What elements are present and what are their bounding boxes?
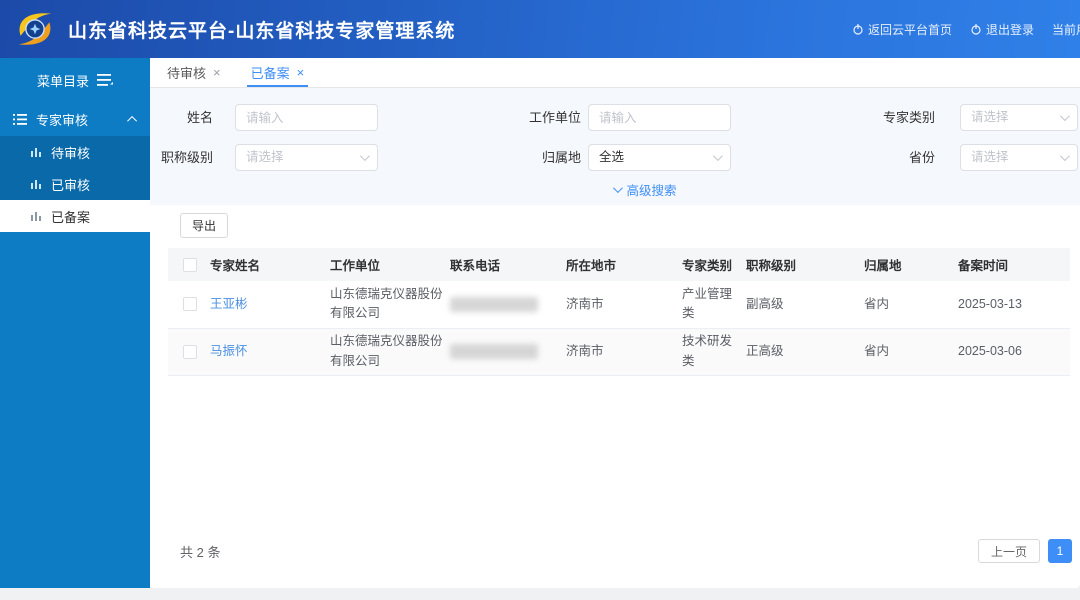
pagination: 上一页 1 — [978, 539, 1072, 563]
sidebar-item-reviewed[interactable]: 已审核 — [0, 168, 150, 200]
work-unit-cell: 山东德瑞克仪器股份有限公司 — [330, 281, 450, 328]
app-header: 山东省科技云平台-山东省科技专家管理系统 返回云平台首页 退出登录 当前用户：山… — [0, 0, 1080, 58]
bar-chart-icon — [30, 146, 42, 158]
hamburger-icon[interactable] — [97, 74, 113, 86]
experts-table: 专家姓名 工作单位 联系电话 所在地市 专家类别 职称级别 归属地 备案时间 王… — [168, 248, 1070, 376]
record-date-cell: 2025-03-06 — [958, 328, 1070, 375]
app-root: { "colors": { "accent": "#3e8ef7", "head… — [0, 0, 1080, 600]
col-title-level: 职称级别 — [746, 248, 864, 281]
category-cell: 产业管理类 — [682, 281, 746, 328]
prev-page-button[interactable]: 上一页 — [978, 539, 1040, 563]
company-input-field[interactable] — [599, 111, 720, 125]
work-unit-cell: 山东德瑞克仪器股份有限公司 — [330, 328, 450, 375]
city-cell: 济南市 — [566, 328, 682, 375]
chevron-down-icon — [713, 151, 723, 161]
col-phone: 联系电话 — [450, 248, 566, 281]
close-icon[interactable]: × — [297, 66, 305, 79]
sidebar: 菜单目录 专家审核 待审核 已审核 — [0, 58, 150, 588]
col-record-date: 备案时间 — [958, 248, 1070, 281]
select-all-checkbox[interactable] — [183, 258, 197, 272]
current-user-label: 当前用户：山东 — [1052, 21, 1080, 38]
chevron-down-icon — [613, 183, 623, 193]
category-cell: 技术研发类 — [682, 328, 746, 375]
main-content: 待审核 × 已备案 × 姓名 工作单位 专家类别 请选择 职称级别 请选择 归属… — [150, 58, 1080, 588]
group-label: 专家审核 — [36, 110, 88, 129]
logout-link[interactable]: 退出登录 — [970, 21, 1034, 38]
advanced-search-link[interactable]: 高级搜索 — [613, 180, 676, 199]
table-section: 导出 专家姓名 工作单位 联系电话 所在地市 专家类别 职称级别 归属地 备案时… — [150, 205, 1080, 588]
company-field-label: 工作单位 — [490, 104, 581, 131]
page-number-button[interactable]: 1 — [1048, 539, 1072, 563]
redacted-phone — [450, 344, 538, 359]
tabbar: 待审核 × 已备案 × — [150, 58, 1080, 88]
record-date-cell: 2025-03-13 — [958, 281, 1070, 328]
name-input-field[interactable] — [246, 111, 367, 125]
province-field-label: 省份 — [850, 144, 935, 171]
chevron-down-icon — [1060, 151, 1070, 161]
table-row: 王亚彬 山东德瑞克仪器股份有限公司 济南市 产业管理类 副高级 省内 2025-… — [168, 281, 1070, 328]
total-count-label: 共 2 条 — [180, 542, 220, 561]
region-field-label: 归属地 — [490, 144, 581, 171]
sidebar-item-pending-review[interactable]: 待审核 — [0, 136, 150, 168]
title-level-cell: 副高级 — [746, 281, 864, 328]
export-button[interactable]: 导出 — [180, 213, 228, 238]
title-level-cell: 正高级 — [746, 328, 864, 375]
advanced-search-row: 高级搜索 — [150, 180, 1080, 199]
menu-title-label: 菜单目录 — [37, 71, 89, 90]
tab-pending-review[interactable]: 待审核 × — [165, 58, 223, 87]
expert-name-link[interactable]: 王亚彬 — [210, 297, 248, 311]
city-cell: 济南市 — [566, 281, 682, 328]
search-panel: 姓名 工作单位 专家类别 请选择 职称级别 请选择 归属地 全选 省份 请选择 — [150, 88, 1080, 205]
phone-cell — [450, 281, 566, 328]
col-expert-name: 专家姓名 — [210, 248, 330, 281]
category-field-label: 专家类别 — [850, 104, 935, 131]
province-select[interactable]: 请选择 — [960, 144, 1078, 171]
chevron-up-icon — [127, 115, 137, 125]
region-cell: 省内 — [864, 281, 958, 328]
table-row: 马振怀 山东德瑞克仪器股份有限公司 济南市 技术研发类 正高级 省内 2025-… — [168, 328, 1070, 375]
table-header-row: 专家姓名 工作单位 联系电话 所在地市 专家类别 职称级别 归属地 备案时间 — [168, 248, 1070, 281]
bar-chart-icon — [30, 210, 42, 222]
title-level-select[interactable]: 请选择 — [235, 144, 378, 171]
col-city: 所在地市 — [566, 248, 682, 281]
sidebar-item-recorded[interactable]: 已备案 — [0, 200, 150, 232]
platform-logo-icon — [12, 6, 58, 52]
col-region: 归属地 — [864, 248, 958, 281]
region-cell: 省内 — [864, 328, 958, 375]
submenu: 待审核 已审核 已备案 — [0, 136, 150, 232]
category-select[interactable]: 请选择 — [960, 104, 1078, 131]
menu-directory-header: 菜单目录 — [0, 58, 150, 102]
chevron-down-icon — [360, 151, 370, 161]
region-select[interactable]: 全选 — [588, 144, 731, 171]
close-icon[interactable]: × — [213, 66, 221, 79]
company-input[interactable] — [588, 104, 731, 131]
power-icon — [852, 23, 864, 35]
power-icon — [970, 23, 982, 35]
sidebar-group-expert-review[interactable]: 专家审核 — [0, 102, 150, 136]
row-checkbox[interactable] — [183, 345, 197, 359]
col-category: 专家类别 — [682, 248, 746, 281]
tab-recorded[interactable]: 已备案 × — [249, 58, 307, 87]
col-work-unit: 工作单位 — [330, 248, 450, 281]
return-home-link[interactable]: 返回云平台首页 — [852, 21, 952, 38]
app-title: 山东省科技云平台-山东省科技专家管理系统 — [68, 16, 455, 43]
table-footer: 共 2 条 上一页 1 — [180, 538, 1072, 564]
name-input[interactable] — [235, 104, 378, 131]
row-checkbox[interactable] — [183, 297, 197, 311]
name-field-label: 姓名 — [150, 104, 213, 131]
title-level-field-label: 职称级别 — [150, 144, 213, 171]
redacted-phone — [450, 297, 538, 312]
header-right: 返回云平台首页 退出登录 当前用户：山东 — [852, 0, 1080, 58]
chevron-down-icon — [1060, 111, 1070, 121]
list-icon — [13, 114, 27, 125]
bar-chart-icon — [30, 178, 42, 190]
phone-cell — [450, 328, 566, 375]
expert-name-link[interactable]: 马振怀 — [210, 344, 248, 358]
